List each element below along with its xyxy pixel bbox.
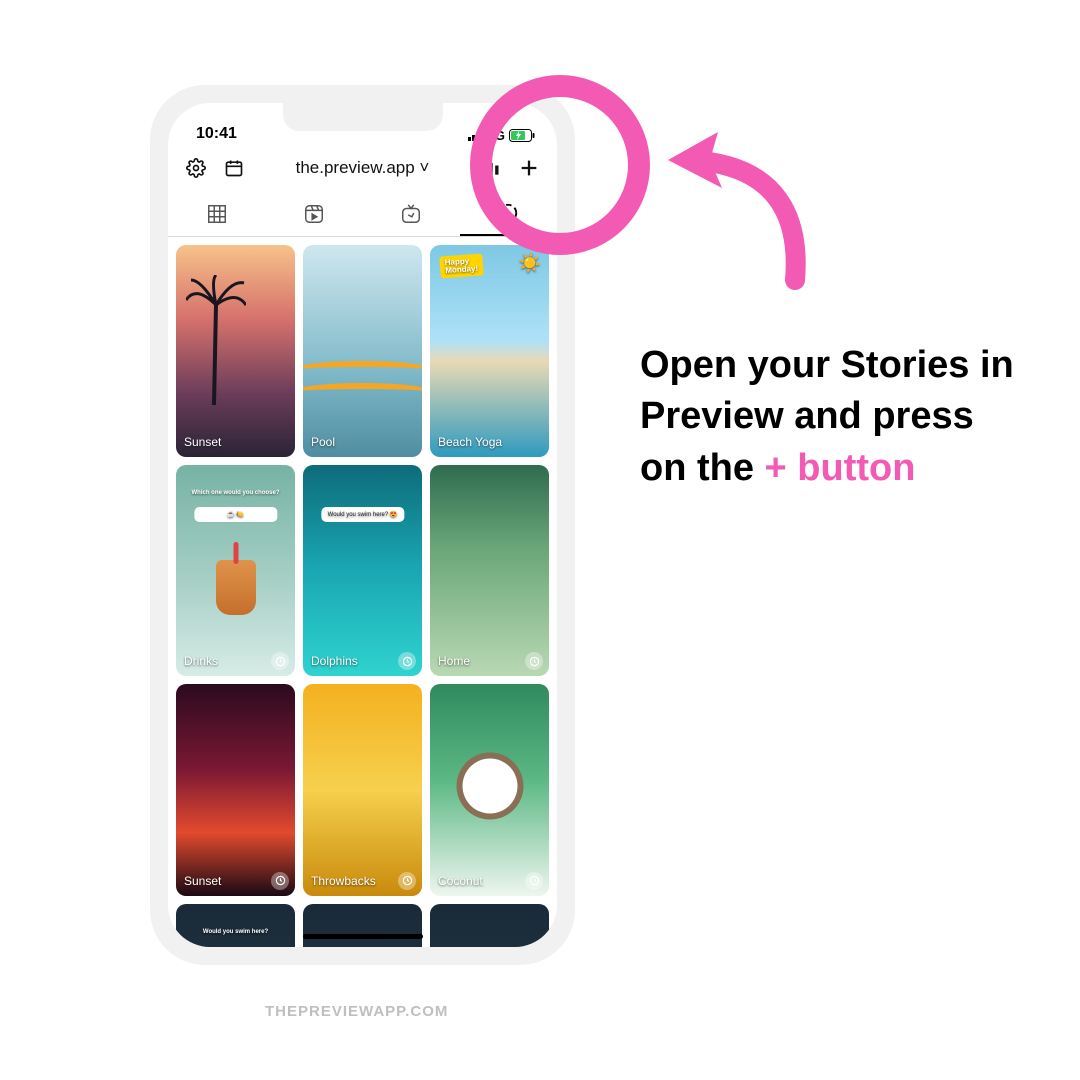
stories-grid[interactable]: Sunset Pool HappyMonday!☀️Beach Yoga Which … [168,237,557,947]
tab-grid[interactable] [168,191,265,236]
clock-icon [398,872,416,890]
story-label: Dolphins [311,654,358,668]
story-card[interactable] [430,904,549,947]
instruction-accent: + button [765,447,916,489]
settings-icon[interactable] [182,154,210,182]
account-title[interactable]: the.preview.app ˅ [258,158,467,178]
home-indicator [303,934,423,939]
story-card[interactable]: Would you swim here? 😍Dolphins [303,465,422,677]
phone-notch [283,103,443,131]
story-card[interactable]: Throwbacks [303,684,422,896]
story-label: Throwbacks [311,874,376,888]
story-label: Beach Yoga [438,435,502,449]
tab-reels[interactable] [265,191,362,236]
story-label: Home [438,654,470,668]
status-time: 10:41 [196,125,237,143]
clock-icon [398,652,416,670]
story-label: Pool [311,435,335,449]
story-card[interactable] [303,904,422,947]
story-card[interactable]: Coconut [430,684,549,896]
watermark: THEPREVIEWAPP.COM [265,1003,448,1020]
clock-icon [525,872,543,890]
instruction-text: Open your Stories in Preview and press o… [640,340,1020,494]
story-label: Sunset [184,874,221,888]
story-card[interactable]: Sunset [176,245,295,457]
story-label: Coconut [438,874,483,888]
story-card[interactable]: Would you swim here? [176,904,295,947]
story-label: Sunset [184,435,221,449]
clock-icon [525,652,543,670]
story-card[interactable]: Pool [303,245,422,457]
arrow-icon [630,110,830,310]
clock-icon [271,872,289,890]
story-card[interactable]: HappyMonday!☀️Beach Yoga [430,245,549,457]
tab-igtv[interactable] [363,191,460,236]
clock-icon [271,652,289,670]
story-card[interactable]: Which one would you choose?☕ 🍋Drinks [176,465,295,677]
story-card[interactable]: Sunset [176,684,295,896]
highlight-circle [470,75,650,255]
story-card[interactable]: Home [430,465,549,677]
story-label: Drinks [184,654,218,668]
calendar-icon[interactable] [220,154,248,182]
